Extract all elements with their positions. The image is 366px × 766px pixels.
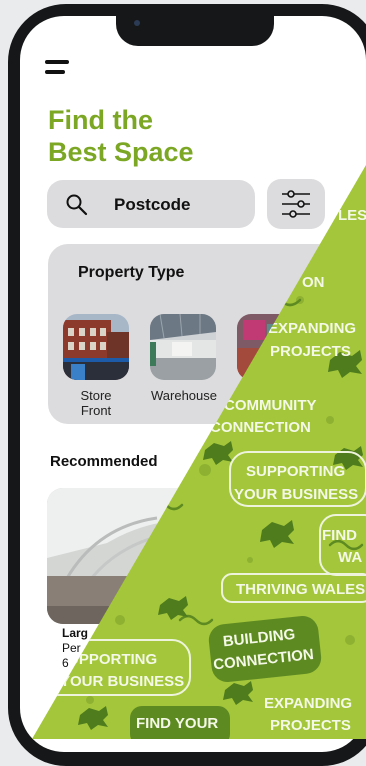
banner-text-wa: WA (338, 549, 362, 566)
banner-text-find-your: FIND YOUR (136, 715, 218, 732)
banner-text-projects: PROJECTS (270, 343, 351, 360)
banner-text-supporting: SUPPORTING (246, 463, 345, 480)
banner-text-projects-2: PROJECTS (270, 717, 351, 734)
banner-text-on: ON (302, 274, 325, 291)
banner-text-find: FIND (322, 527, 357, 544)
banner-text-community: COMMUNITY (224, 397, 317, 414)
banner-text-les: LES (338, 207, 366, 224)
banner-text-your-business: YOUR BUSINESS (234, 486, 358, 503)
banner-text-thriving-wales: THRIVING WALES (236, 581, 365, 598)
banner-text-connection: CONNECTION (210, 419, 311, 436)
banner-text-expanding-2: EXPANDING (264, 695, 352, 712)
banner-text-expanding: EXPANDING (268, 320, 356, 337)
banner-text-supporting-2: SUPPORTING (58, 651, 157, 668)
welsh-banner-overlay: EXPANDING PROJECTS COMMUNITY CONNECTION … (32, 165, 366, 739)
banner-text-your-business-2: YOUR BUSINESS (60, 673, 184, 690)
